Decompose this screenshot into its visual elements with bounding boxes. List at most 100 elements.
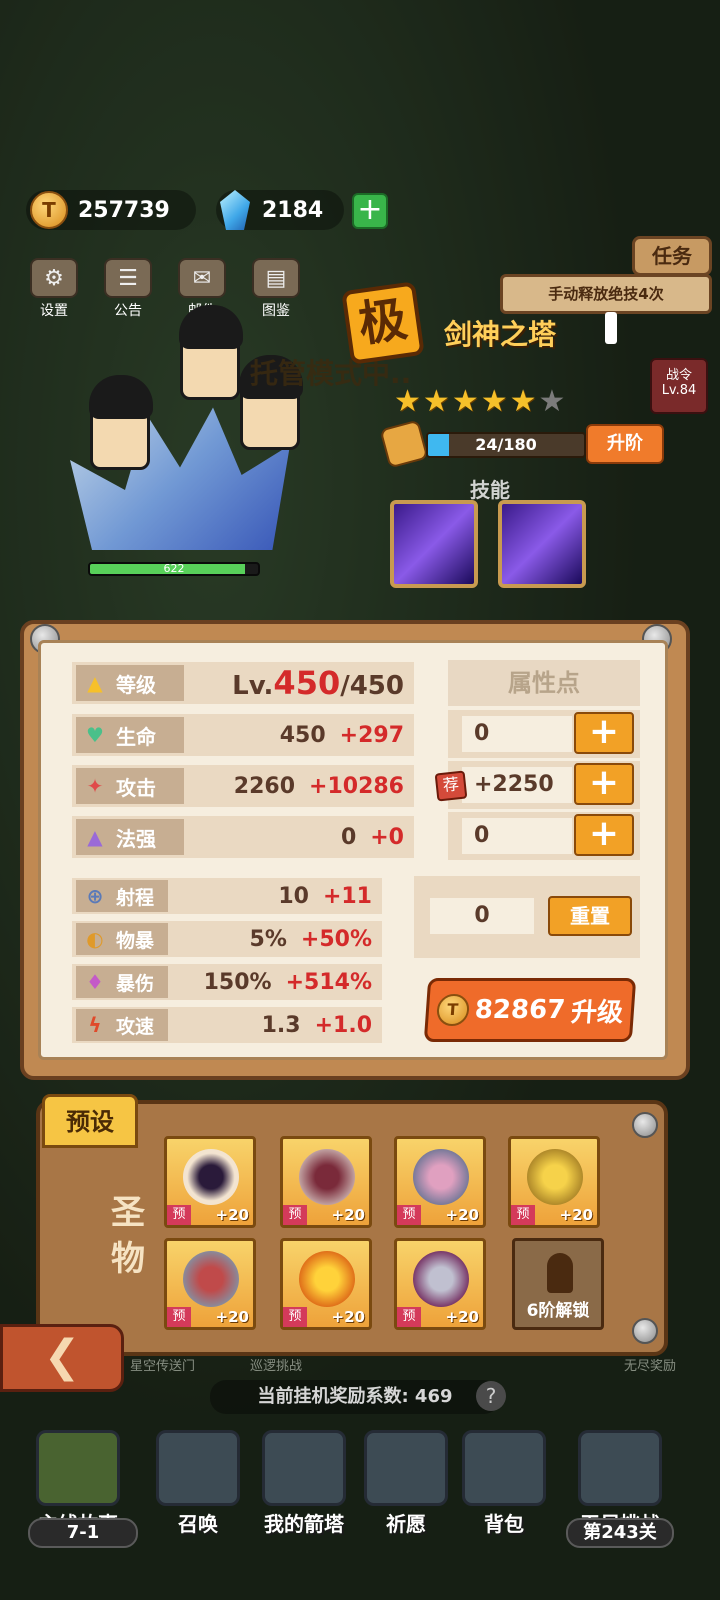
hp-text: 622	[163, 562, 185, 575]
relic-art-icon	[413, 1251, 469, 1307]
free-points-value: 0	[430, 898, 534, 934]
relic-art-icon	[299, 1149, 355, 1205]
fragment-progress-bar: 24/180	[426, 432, 586, 458]
star-icon: ★	[422, 384, 450, 419]
bottom-navigation: 主线故事 召唤 我的箭塔 祈愿 背包 无尽挑战	[0, 1420, 720, 1600]
add-gems-button[interactable]: +	[352, 193, 388, 229]
help-icon[interactable]: ?	[476, 1381, 506, 1411]
relic-slot[interactable]: 预 +20	[164, 1136, 256, 1228]
preset-tab[interactable]: 预设	[42, 1094, 138, 1148]
task-description[interactable]: 手动释放绝技4次	[500, 274, 712, 314]
relic-art-icon	[299, 1251, 355, 1307]
add-hp-point-button[interactable]: +	[574, 712, 634, 754]
attack-speed-bonus: +1.0	[314, 1012, 372, 1038]
sub-label-patrol: 巡逻挑战	[250, 1359, 303, 1374]
battle-pass-button[interactable]: 战令 Lv.84	[650, 358, 708, 414]
star-icon: ★	[394, 384, 421, 419]
fragment-progress-text: 24/180	[475, 435, 537, 454]
task-button[interactable]: 任务	[632, 236, 712, 276]
attack-speed-base: 1.3	[261, 1012, 301, 1038]
hero-name: 剑神之塔	[444, 318, 557, 351]
range-base: 10	[278, 883, 309, 909]
hp-base: 450	[279, 722, 326, 748]
gear-icon: ⚙	[30, 258, 78, 298]
preset-marker: 预	[283, 1307, 307, 1327]
swordsman-figure	[89, 375, 153, 470]
level-up-button[interactable]: T 82867 升级	[423, 978, 637, 1042]
stat-label-magic: ▲ 法强	[76, 819, 184, 855]
relic-art-icon	[527, 1149, 583, 1205]
crit-damage-base: 150%	[203, 969, 272, 995]
gold-coin-icon: T	[30, 191, 68, 229]
nav-backpack[interactable]: 背包	[456, 1430, 552, 1537]
endless-stage-indicator: 第243关	[566, 1518, 674, 1548]
nav-summon-label: 召唤	[178, 1512, 218, 1536]
relic-art-icon	[183, 1251, 239, 1307]
relic-section-label: 圣物	[111, 1193, 145, 1279]
relic-level: +20	[331, 1206, 365, 1224]
relic-level: +20	[445, 1206, 479, 1224]
level-up-cost: 82867	[473, 995, 567, 1025]
hp-value: 450 +297	[184, 723, 414, 748]
range-value: 10 +11	[168, 884, 382, 909]
relic-slot[interactable]: 预 +20	[280, 1136, 372, 1228]
locked-label: 6阶解锁	[526, 1301, 590, 1321]
nav-wish[interactable]: 祈愿	[358, 1430, 454, 1537]
crit-icon: ◐	[86, 927, 104, 951]
hp-label-text: 生命	[116, 724, 156, 749]
ascend-button[interactable]: 升阶	[586, 424, 664, 464]
relic-slot[interactable]: 预 +20	[280, 1238, 372, 1330]
add-magic-point-button[interactable]: +	[574, 814, 634, 856]
relic-slot[interactable]: 预 +20	[164, 1238, 256, 1330]
skill-slot-1[interactable]	[390, 500, 478, 588]
mail-icon: ✉	[178, 258, 226, 298]
add-attack-point-button[interactable]: +	[574, 763, 634, 805]
attack-base: 2260	[233, 773, 296, 799]
stat-row-crit-damage: ♦ 暴伤 150% +514%	[72, 964, 382, 1000]
relic-slot[interactable]: 预 +20	[394, 1238, 486, 1330]
attack-speed-label-text: 攻速	[116, 1015, 155, 1038]
crit-damage-label-text: 暴伤	[116, 972, 155, 995]
crit-rate-label-text: 物暴	[116, 929, 155, 952]
stat-row-crit-rate: ◐ 物暴 5% +50%	[72, 921, 382, 957]
attribute-row-attack: +2250 +	[448, 761, 640, 809]
crit-rate-bonus: +50%	[300, 926, 372, 952]
range-label-text: 射程	[116, 886, 155, 909]
magic-label-text: 法强	[116, 826, 156, 851]
level-up-label: 升级	[569, 997, 625, 1028]
nav-summon[interactable]: 召唤	[150, 1430, 246, 1537]
star-icon: ★	[480, 384, 508, 419]
scroll-icon: ☰	[104, 258, 152, 298]
gold-amount: 257739	[78, 197, 170, 223]
stat-row-attack: ✦ 攻击 2260 +10286	[72, 765, 414, 807]
book-icon	[36, 1430, 120, 1506]
relic-slot[interactable]: 预 +20	[508, 1136, 600, 1228]
locked-relic-slot[interactable]: 6阶解锁	[512, 1238, 604, 1330]
skill-slot-2[interactable]	[498, 500, 586, 588]
attribute-row-hp: 0 +	[448, 710, 640, 758]
sub-label-portal: 星空传送门	[130, 1359, 196, 1374]
lightning-icon: ϟ	[88, 1013, 102, 1037]
preset-marker: 预	[511, 1205, 535, 1225]
nav-wish-label: 祈愿	[386, 1512, 426, 1536]
idle-reward-text: 当前挂机奖励系数: 469	[210, 1380, 500, 1414]
nav-my-tower[interactable]: 我的箭塔	[256, 1430, 352, 1537]
attribute-value-attack: +2250	[462, 767, 572, 803]
stat-row-hp: ♥ 生命 450 +297	[72, 714, 414, 756]
relic-level: +20	[215, 1206, 249, 1224]
preset-marker: 预	[397, 1205, 421, 1225]
reset-button[interactable]: 重置	[548, 896, 632, 936]
star-icon: ★	[509, 384, 537, 419]
stat-label-crit-damage: ♦ 暴伤	[76, 966, 168, 998]
attack-bonus: +10286	[309, 773, 404, 799]
skill-label: 技能	[470, 478, 510, 502]
gem-icon	[220, 190, 250, 230]
stat-label-attack: ✦ 攻击	[76, 768, 184, 804]
stat-label-hp: ♥ 生命	[76, 717, 184, 753]
relic-slot[interactable]: 预 +20	[394, 1136, 486, 1228]
stat-label-attack-speed: ϟ 攻速	[76, 1009, 168, 1041]
bolt-icon	[632, 1318, 658, 1344]
hero-portrait	[60, 305, 320, 570]
crit-damage-bonus: +514%	[285, 969, 372, 995]
back-button[interactable]: ❮	[0, 1324, 124, 1392]
